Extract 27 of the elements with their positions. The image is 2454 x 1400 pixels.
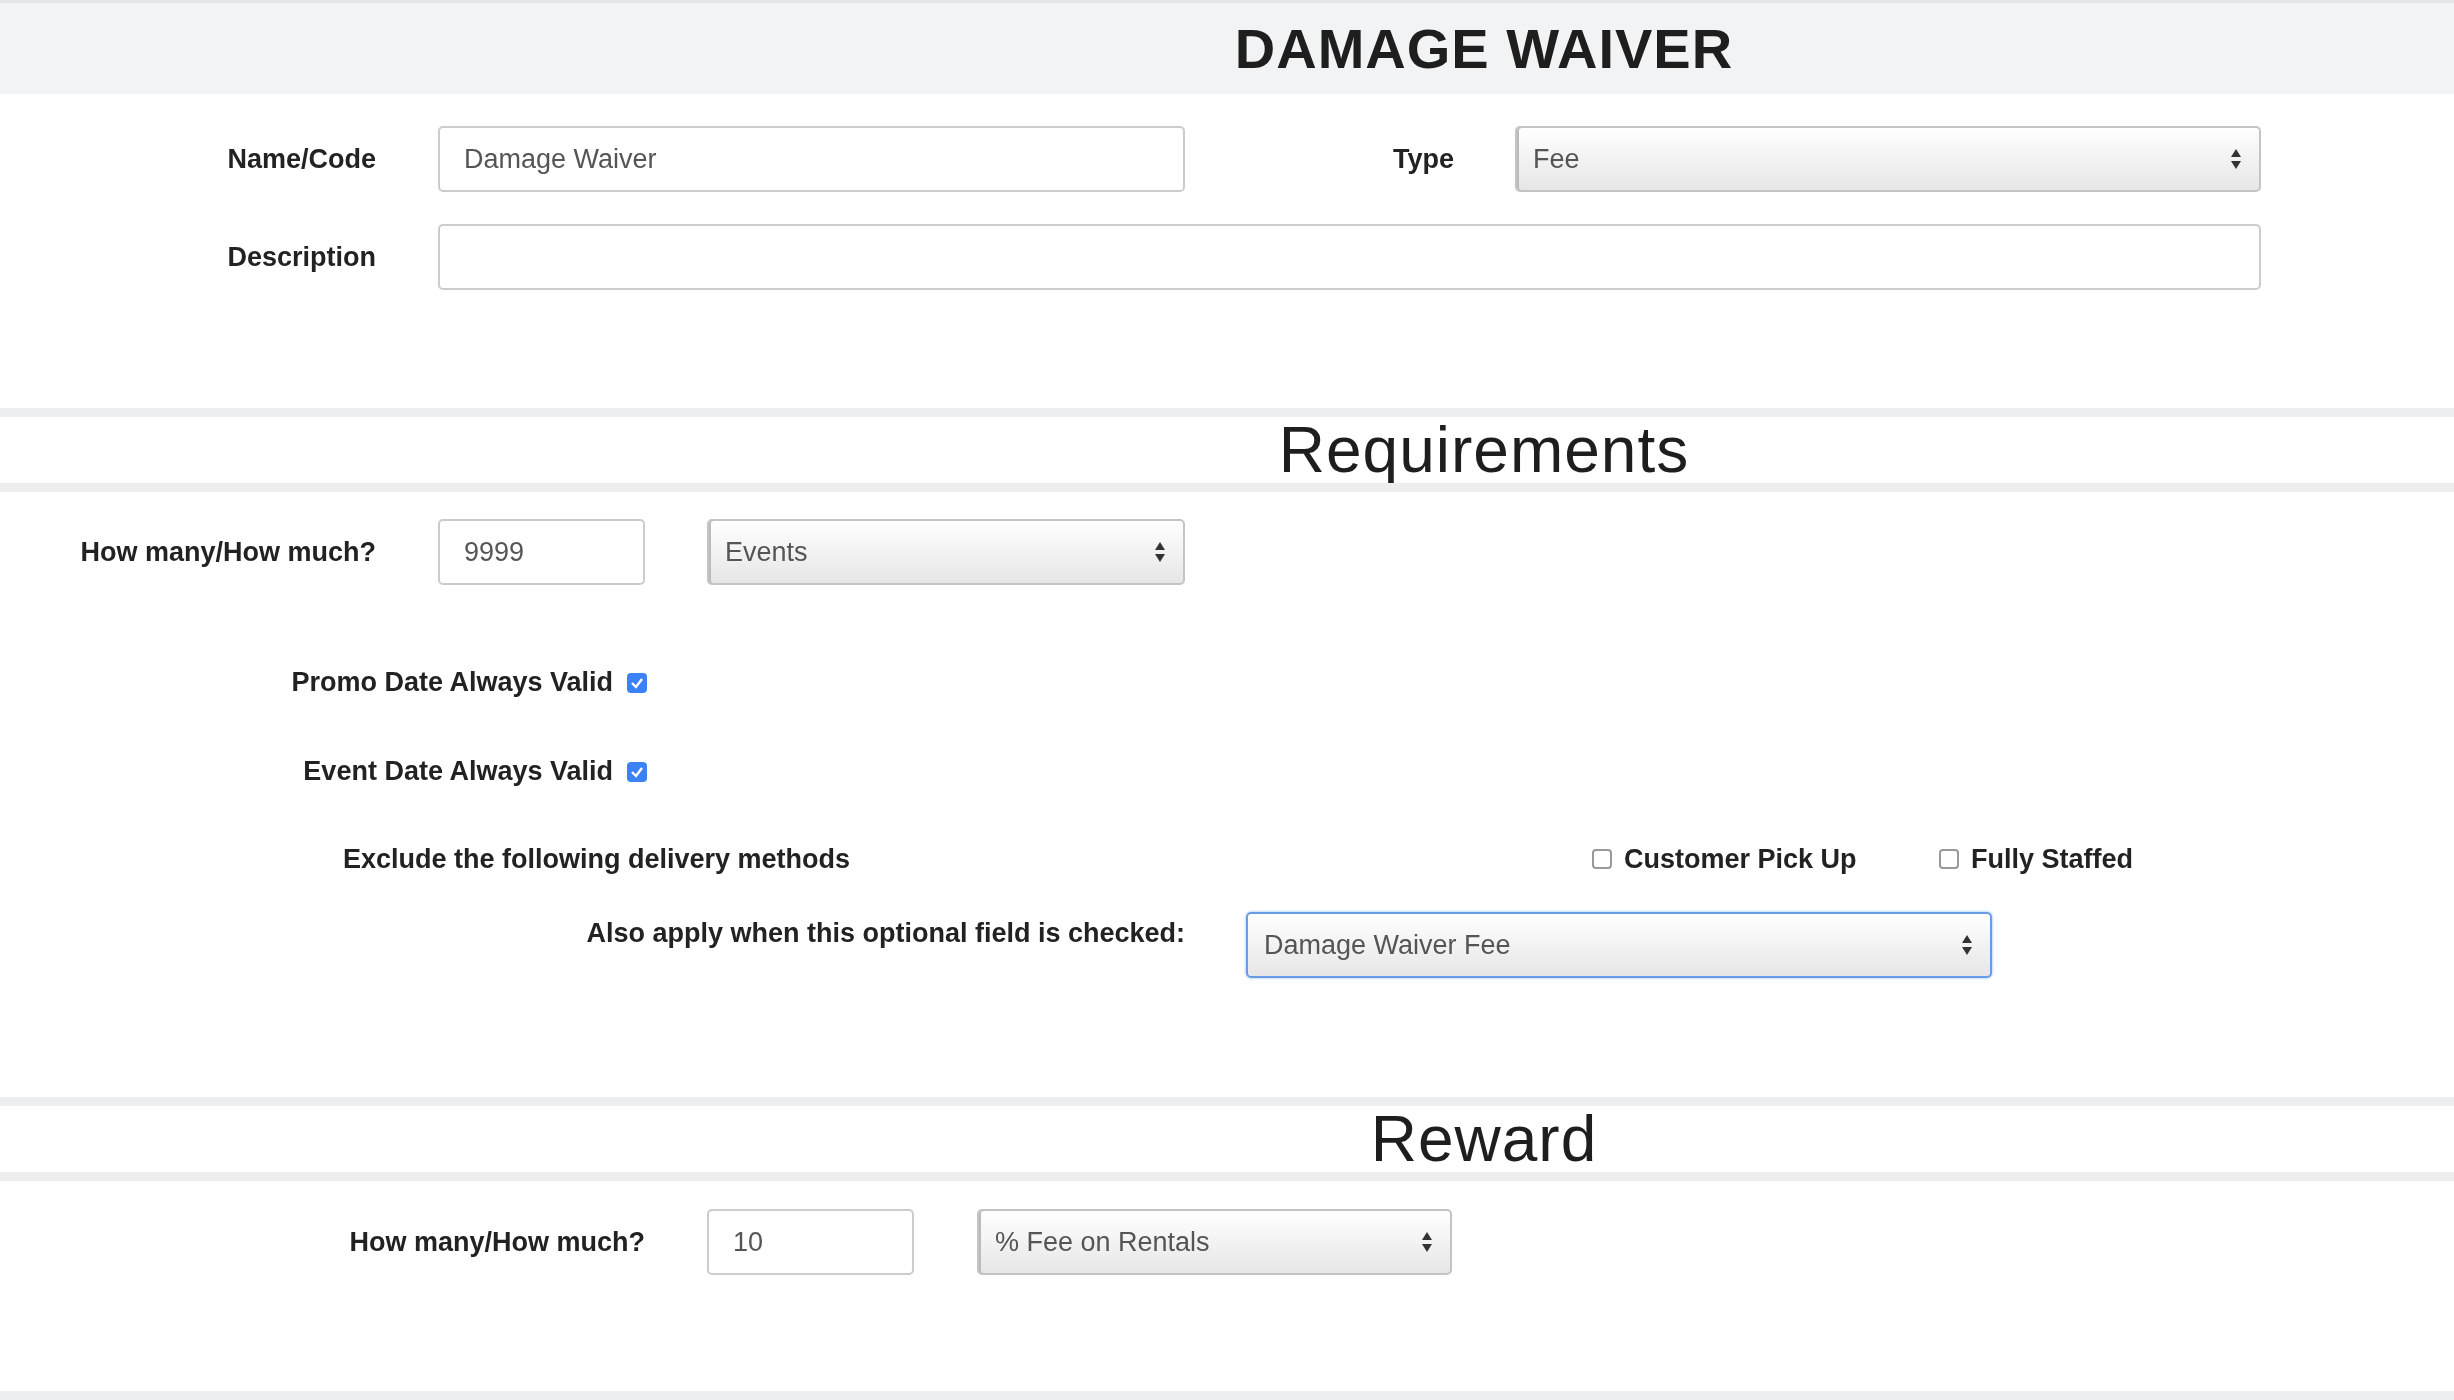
dropdown-select[interactable]: Fee [1515, 126, 2261, 193]
checkbox[interactable] [627, 761, 647, 782]
name-code-input[interactable]: Damage Waiver [438, 126, 1185, 193]
select-arrows-icon [1420, 1230, 1434, 1254]
section-heading: Requirements [1278, 413, 1690, 488]
field-label: How many/How much? [79, 536, 376, 568]
amount-input[interactable]: 10 [707, 1209, 914, 1275]
field-label: Exclude the following delivery methods [343, 843, 852, 875]
field-label: Description [226, 241, 376, 273]
checkbox[interactable] [627, 672, 647, 693]
checkbox-label: Promo Date Always Valid [290, 667, 613, 699]
page-title: DAMAGE WAIVER [1234, 16, 1734, 82]
checkbox[interactable] [1939, 849, 1959, 870]
checkbox[interactable] [1592, 849, 1612, 870]
dropdown-select[interactable]: Events [707, 519, 1185, 586]
field-label: Name/Code [226, 143, 376, 175]
section-heading: Reward [1370, 1102, 1598, 1177]
dropdown-select[interactable]: Damage Waiver Fee [1246, 912, 1992, 979]
checkbox-label: Event Date Always Valid [302, 756, 613, 788]
checkbox-label: Fully Staffed [1971, 843, 2133, 875]
field-label: How many/How much? [348, 1226, 645, 1258]
checkbox-label: Customer Pick Up [1624, 843, 1857, 875]
field-label: Type [1392, 143, 1454, 175]
field-label: Also apply when this optional field is checked: [585, 918, 1185, 950]
amount-input[interactable]: 9999 [438, 519, 645, 586]
description-input[interactable] [438, 224, 2261, 291]
dropdown-select[interactable]: % Fee on Rentals [977, 1209, 1452, 1275]
